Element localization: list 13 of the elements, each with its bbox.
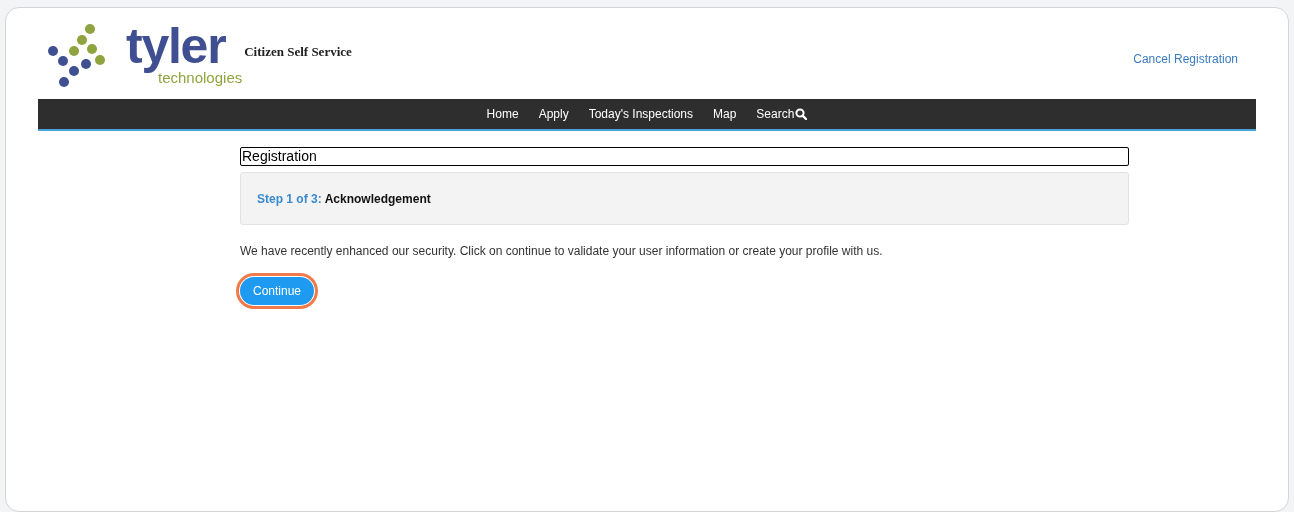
site-title: Citizen Self Service: [244, 43, 352, 62]
nav-link[interactable]: Map: [713, 105, 737, 123]
security-message: We have recently enhanced our security. Click on continue to validate your user information or create your profile with us.: [240, 243, 884, 260]
cancel-registration-link[interactable]: Cancel Registration: [1133, 50, 1238, 68]
nav-link[interactable]: Apply: [538, 105, 569, 123]
step-counter: Step 1 of 3:: [257, 190, 322, 208]
registration-heading: Registration: [240, 147, 1129, 166]
search-icon: [795, 108, 808, 120]
logo-tagline: technologies: [158, 70, 243, 86]
nav-link[interactable]: Home: [486, 105, 519, 123]
nav-link[interactable]: Today's Inspections: [588, 105, 693, 123]
step-name: Acknowledgement: [324, 190, 431, 208]
nav-link[interactable]: Search: [756, 105, 808, 123]
